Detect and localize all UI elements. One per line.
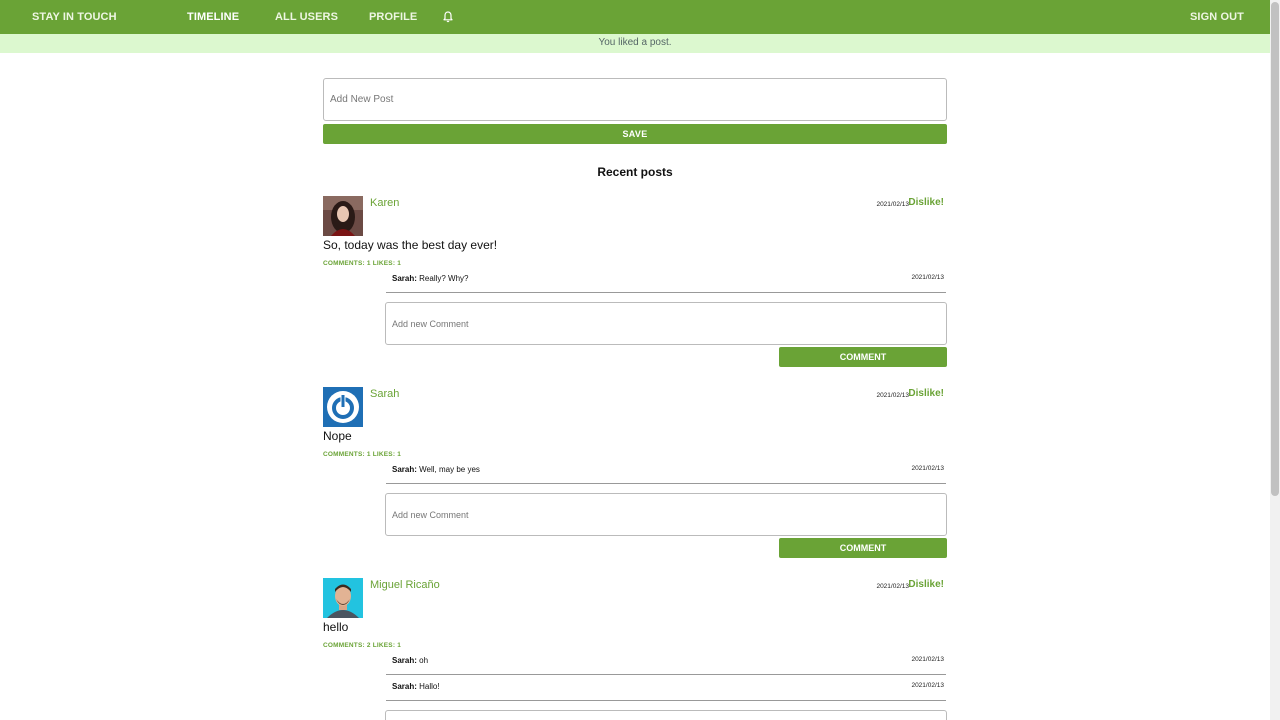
recent-posts-title: Recent posts [597, 165, 673, 179]
post-author-link[interactable]: Sarah [370, 388, 399, 400]
comment-body: Well, may be yes [419, 465, 480, 474]
comment-date: 2021/02/13 [911, 274, 944, 281]
comment-item: Sarah: Well, may be yes 2021/02/13 [386, 462, 946, 484]
comment-author: Sarah: [392, 465, 417, 474]
avatar[interactable] [323, 387, 363, 427]
comment-input[interactable] [385, 710, 947, 720]
comment-item: Sarah: oh 2021/02/13 [386, 653, 946, 675]
post-date: 2021/02/13 [876, 392, 909, 399]
comment-body: oh [419, 656, 429, 665]
post-stats: COMMENTS: 1 LIKES: 1 [323, 260, 402, 267]
new-post-input[interactable] [323, 78, 947, 121]
page-scrollbar[interactable] [1270, 0, 1280, 720]
comment-item: Sarah: Hallo! 2021/02/13 [386, 679, 946, 701]
brand-link[interactable]: STAY IN TOUCH [32, 0, 117, 34]
post-date: 2021/02/13 [876, 583, 909, 590]
comment-button[interactable]: COMMENT [779, 347, 947, 367]
comment-text: Sarah: Hallo! [392, 682, 440, 691]
comment-text: Sarah: Really? Why? [392, 274, 469, 283]
top-navbar: STAY IN TOUCH TIMELINE ALL USERS PROFILE… [0, 0, 1270, 34]
dislike-button[interactable]: Dislike! [908, 388, 944, 399]
post-stats: COMMENTS: 1 LIKES: 1 [323, 451, 402, 458]
post-body: Nope [323, 429, 352, 443]
post-author-link[interactable]: Karen [370, 197, 399, 209]
comment-button[interactable]: COMMENT [779, 538, 947, 558]
nav-profile-link[interactable]: PROFILE [369, 0, 417, 34]
post-body: hello [323, 620, 349, 634]
comment-input[interactable] [385, 493, 947, 536]
dislike-button[interactable]: Dislike! [908, 197, 944, 208]
comment-body: Really? Why? [419, 274, 469, 283]
scrollbar-thumb[interactable] [1271, 2, 1279, 496]
comment-item: Sarah: Really? Why? 2021/02/13 [386, 271, 946, 293]
comment-author: Sarah: [392, 274, 417, 283]
post-author-link[interactable]: Miguel Ricaño [370, 579, 440, 591]
post-date: 2021/02/13 [876, 201, 909, 208]
comment-date: 2021/02/13 [911, 465, 944, 472]
post-stats: COMMENTS: 2 LIKES: 1 [323, 642, 402, 649]
save-post-button[interactable]: SAVE [323, 124, 947, 144]
nav-timeline-link[interactable]: TIMELINE [187, 0, 239, 34]
flash-notice: You liked a post. [0, 34, 1270, 53]
comment-text: Sarah: Well, may be yes [392, 465, 480, 474]
sign-out-link[interactable]: SIGN OUT [1190, 0, 1244, 34]
comment-text: Sarah: oh [392, 656, 428, 665]
avatar[interactable] [323, 196, 363, 236]
comment-input[interactable] [385, 302, 947, 345]
comment-date: 2021/02/13 [911, 682, 944, 689]
comment-author: Sarah: [392, 682, 417, 691]
post-body: So, today was the best day ever! [323, 238, 498, 252]
nav-all-users-link[interactable]: ALL USERS [275, 0, 338, 34]
comment-body: Hallo! [419, 682, 440, 691]
bell-icon[interactable] [442, 0, 454, 34]
dislike-button[interactable]: Dislike! [908, 579, 944, 590]
comment-date: 2021/02/13 [911, 656, 944, 663]
comment-author: Sarah: [392, 656, 417, 665]
avatar[interactable] [323, 578, 363, 618]
